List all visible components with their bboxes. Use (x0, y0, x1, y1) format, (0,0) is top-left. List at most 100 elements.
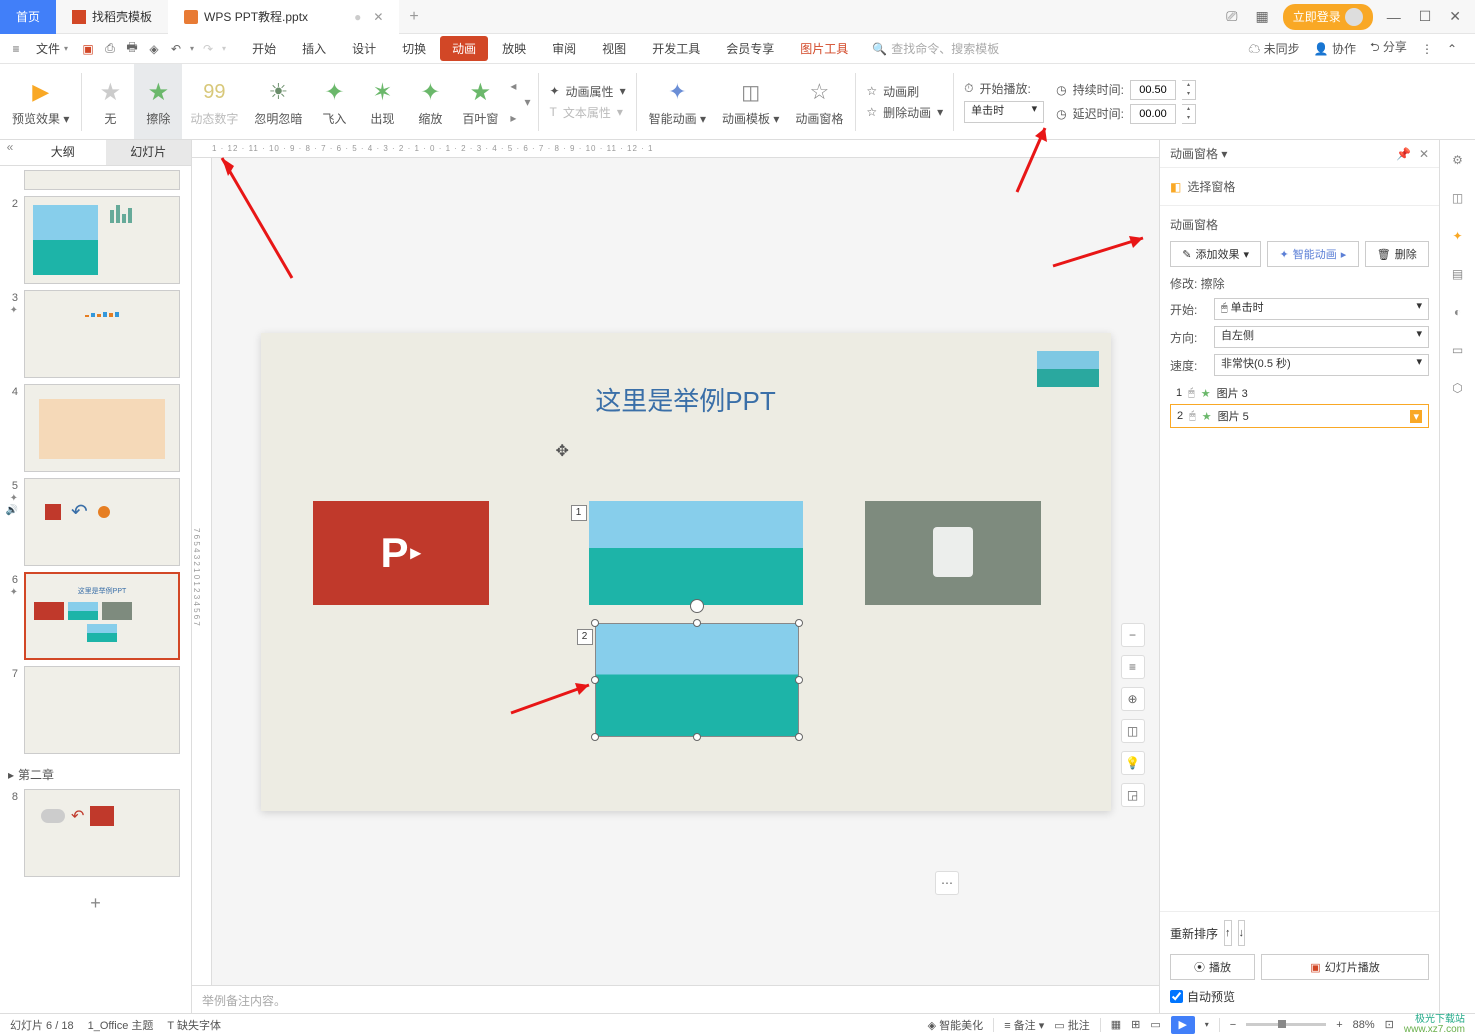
auto-preview-checkbox[interactable]: 自动预览 (1170, 988, 1429, 1005)
view-normal-icon[interactable]: ▦ (1111, 1018, 1121, 1031)
fit-zoom[interactable]: ⊡ (1385, 1018, 1394, 1031)
notes-area[interactable]: 举例备注内容。 (192, 985, 1159, 1013)
anim-tag-1[interactable]: 1 (571, 505, 587, 521)
slide-title-text[interactable]: 这里是举例PPT (261, 381, 1111, 418)
resize-handle-ml[interactable] (591, 676, 599, 684)
float-zoom-button[interactable]: ⊕ (1121, 687, 1145, 711)
sidebar-presentation-icon[interactable]: ▭ (1448, 340, 1468, 360)
tab-picture-tools[interactable]: 图片工具 (788, 36, 860, 61)
delay-input[interactable] (1130, 104, 1176, 124)
delay-down[interactable]: ▾ (1182, 114, 1195, 123)
collapse-thumbs[interactable]: « (0, 140, 20, 165)
tab-slideshow[interactable]: 放映 (490, 36, 538, 61)
zoom-level[interactable]: 88% (1353, 1019, 1375, 1031)
view-sorter-icon[interactable]: ⊞ (1131, 1018, 1140, 1031)
tab-design[interactable]: 设计 (340, 36, 388, 61)
ppt-logo-image[interactable]: P▸ (313, 501, 489, 605)
save-icon[interactable]: ▣ (80, 41, 96, 57)
float-crop-button[interactable]: ◫ (1121, 719, 1145, 743)
close-tab-icon[interactable]: ✕ (373, 10, 383, 24)
resize-handle-tr[interactable] (795, 619, 803, 627)
add-effect-button[interactable]: ✎ 添加效果 ▾ (1170, 241, 1261, 267)
command-search[interactable]: 🔍 查找命令、搜索模板 (872, 40, 999, 57)
tab-member[interactable]: 会员专享 (714, 36, 786, 61)
anim-pane-button[interactable]: ☆ 动画窗格 (787, 64, 851, 139)
select-pane-link[interactable]: ◧ 选择窗格 (1170, 178, 1429, 195)
anim-template-button[interactable]: ◫ 动画模板 ▾ (714, 64, 787, 139)
anim-wipe[interactable]: ★ 擦除 (134, 64, 182, 139)
resize-handle-bl[interactable] (591, 733, 599, 741)
screenshot-icon[interactable]: ⎚ (1222, 8, 1241, 25)
anim-appear[interactable]: ✶ 出现 (358, 64, 406, 139)
beach-image-1[interactable] (589, 501, 803, 605)
start-play-select[interactable]: 单击时▾ (964, 101, 1044, 123)
undo-dropdown[interactable]: ▾ (190, 44, 194, 53)
apps-icon[interactable]: ▦ (1251, 8, 1272, 25)
print-icon[interactable]: 🖶 (124, 41, 140, 57)
resize-handle-br[interactable] (795, 733, 803, 741)
smart-anim-button[interactable]: ✦ 智能动画 ▾ (641, 64, 714, 139)
tab-review[interactable]: 审阅 (540, 36, 588, 61)
anim-none[interactable]: ★ 无 (86, 64, 134, 139)
minimize-button[interactable]: — (1383, 9, 1405, 25)
sidebar-select-icon[interactable]: ◫ (1448, 188, 1468, 208)
duration-down[interactable]: ▾ (1182, 90, 1195, 99)
maximize-button[interactable]: ☐ (1415, 8, 1436, 25)
duration-up[interactable]: ▴ (1182, 81, 1195, 90)
preview-icon[interactable]: ◈ (146, 41, 162, 57)
share-button[interactable]: ⮌ 分享 (1370, 38, 1407, 59)
missing-fonts[interactable]: T 缺失字体 (167, 1017, 221, 1033)
sidebar-cube-icon[interactable]: ⬡ (1448, 378, 1468, 398)
smart-beautify[interactable]: ◈ 智能美化 (928, 1017, 984, 1033)
duration-input[interactable] (1130, 80, 1176, 100)
redo-icon[interactable]: ↷ (200, 41, 216, 57)
sidebar-settings-icon[interactable]: ⚙ (1448, 150, 1468, 170)
chapter-2[interactable]: ▸第二章 (4, 760, 187, 789)
smart-anim-pane-button[interactable]: ✦ 智能动画 ▸ (1267, 241, 1358, 267)
slide-canvas[interactable]: 这里是举例PPT ✥ P▸ 1 2 (261, 333, 1111, 811)
float-replace-button[interactable]: ◲ (1121, 783, 1145, 807)
document-tab[interactable]: WPS PPT教程.pptx ● ✕ (168, 0, 399, 34)
tab-transition[interactable]: 切换 (390, 36, 438, 61)
anim-flash[interactable]: ☀ 忽明忽暗 (246, 64, 310, 139)
add-tab-button[interactable]: + (399, 8, 428, 26)
zoom-out[interactable]: − (1230, 1019, 1236, 1031)
home-tab[interactable]: 首页 (0, 0, 56, 34)
add-slide-button[interactable]: + (4, 883, 187, 924)
sidebar-anim-icon[interactable]: ✦ (1448, 226, 1468, 246)
tab-insert[interactable]: 插入 (290, 36, 338, 61)
more-icon[interactable]: ⋮ (1421, 42, 1433, 56)
anim-dynamic-number[interactable]: 99 动态数字 (182, 64, 246, 139)
delete-anim[interactable]: ☆ 删除动画 ▾ (866, 104, 943, 121)
view-reading-icon[interactable]: ▭ (1150, 1018, 1160, 1031)
sync-status[interactable]: ☁ 未同步 (1248, 40, 1299, 57)
anim-fly-in[interactable]: ✦ 飞入 (310, 64, 358, 139)
resize-handle-bc[interactable] (693, 733, 701, 741)
collab-button[interactable]: 👤 协作 (1314, 40, 1356, 57)
anim-brush[interactable]: ☆ 动画刷 (866, 83, 943, 100)
zoom-slider[interactable] (1246, 1023, 1326, 1026)
slide-thumb-4[interactable] (24, 384, 180, 472)
zoom-in[interactable]: + (1336, 1019, 1342, 1031)
grey-image[interactable] (865, 501, 1041, 605)
delay-up[interactable]: ▴ (1182, 105, 1195, 114)
reorder-up[interactable]: ↑ (1224, 920, 1232, 946)
comments-toggle[interactable]: ▭ 批注 (1054, 1017, 1089, 1033)
slide-thumb-5[interactable]: ↶ (24, 478, 180, 566)
notes-toggle[interactable]: ≡ 备注 ▾ (1004, 1017, 1044, 1033)
undo-icon[interactable]: ↶ (168, 41, 184, 57)
play-anim-button[interactable]: ⦿ 播放 (1170, 954, 1255, 980)
resize-handle-mr[interactable] (795, 676, 803, 684)
anim-scroll-left[interactable]: ◂ (510, 79, 516, 93)
close-pane-icon[interactable]: ✕ (1419, 147, 1429, 161)
anim-gallery-more[interactable]: ▾ (520, 95, 534, 109)
direction-select[interactable]: 自左侧▾ (1214, 326, 1429, 348)
close-window-button[interactable]: ✕ (1445, 8, 1465, 25)
slide-thumb-6[interactable]: 这里是举例PPT (24, 572, 180, 660)
anim-zoom[interactable]: ✦ 缩放 (406, 64, 454, 139)
anim-list-item-2[interactable]: 2🖱★图片 5 ▾ (1170, 404, 1429, 428)
start-select[interactable]: 🖱 单击时▾ (1214, 298, 1429, 320)
login-button[interactable]: 立即登录 (1283, 4, 1373, 30)
selected-image[interactable] (595, 623, 799, 737)
tab-dev[interactable]: 开发工具 (640, 36, 712, 61)
